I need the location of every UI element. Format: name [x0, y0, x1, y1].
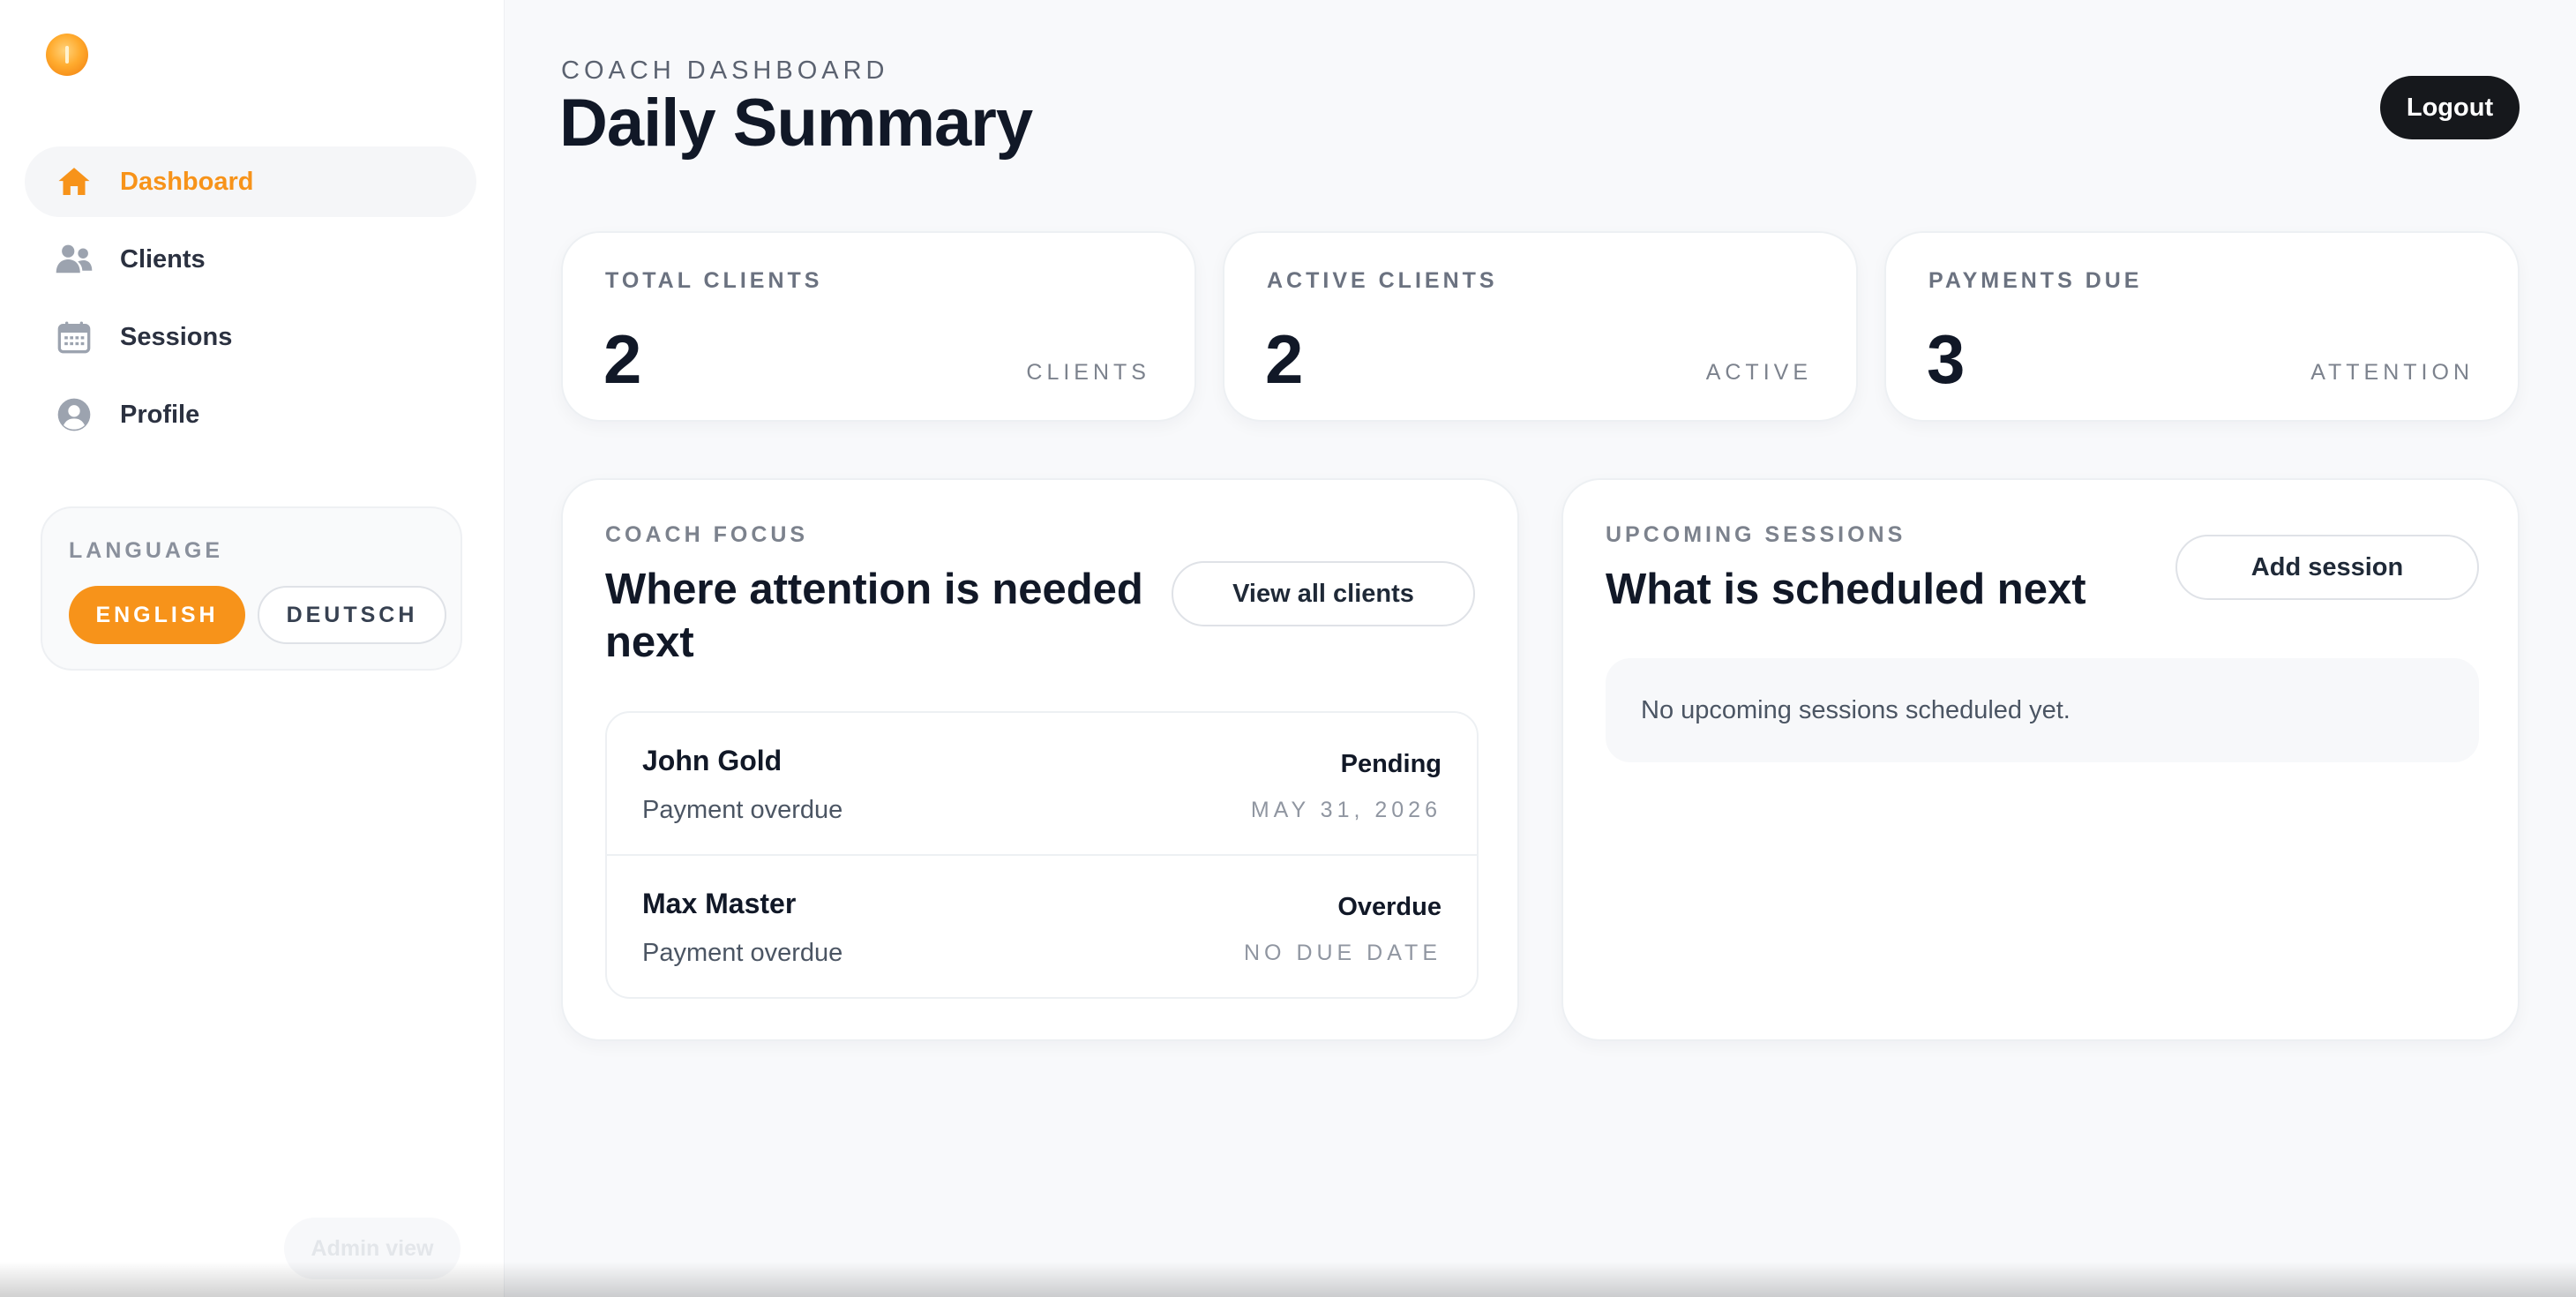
stat-label: PAYMENTS DUE: [1928, 268, 2143, 293]
stat-unit: ACTIVE: [1705, 360, 1812, 385]
client-detail: Payment overdue: [642, 796, 843, 824]
add-session-button[interactable]: Add session: [2175, 535, 2479, 600]
page-eyebrow: COACH DASHBOARD: [561, 56, 889, 85]
language-title: LANGUAGE: [69, 538, 224, 563]
stat-card-active-clients: ACTIVE CLIENTS 2 ACTIVE: [1223, 231, 1858, 422]
sidebar-item-label: Sessions: [120, 322, 233, 351]
sidebar: Dashboard Clients Sessions Profile LANGU…: [0, 0, 505, 1297]
home-icon: [55, 162, 94, 201]
sidebar-item-clients[interactable]: Clients: [25, 224, 476, 295]
client-detail: Payment overdue: [642, 939, 843, 967]
card-title: What is scheduled next: [1606, 566, 2086, 613]
card-eyebrow: UPCOMING SESSIONS: [1606, 522, 1906, 547]
stat-label: ACTIVE CLIENTS: [1267, 268, 1498, 293]
sidebar-item-sessions[interactable]: Sessions: [25, 302, 476, 372]
language-card: LANGUAGE ENGLISH DEUTSCH: [41, 506, 462, 671]
page-title: Daily Summary: [559, 86, 1033, 161]
user-circle-icon: [55, 395, 94, 434]
focus-list: John Gold Payment overdue Pending MAY 31…: [605, 711, 1479, 999]
sidebar-item-label: Clients: [120, 244, 206, 274]
status-badge: Overdue: [1337, 893, 1442, 921]
list-item[interactable]: John Gold Payment overdue Pending MAY 31…: [607, 713, 1477, 856]
stat-unit: ATTENTION: [2310, 360, 2474, 385]
client-name: Max Master: [642, 888, 797, 919]
logout-button[interactable]: Logout: [2380, 76, 2520, 139]
stat-unit: CLIENTS: [1026, 360, 1150, 385]
language-deutsch-button[interactable]: DEUTSCH: [258, 586, 446, 644]
empty-sessions-message: No upcoming sessions scheduled yet.: [1606, 658, 2479, 762]
stat-card-total-clients: TOTAL CLIENTS 2 CLIENTS: [561, 231, 1196, 422]
main-content: COACH DASHBOARD Daily Summary Logout TOT…: [505, 0, 2576, 1297]
due-date: NO DUE DATE: [1244, 941, 1442, 965]
sun-logo-icon[interactable]: [46, 34, 88, 76]
stat-value: 2: [603, 320, 642, 398]
sidebar-item-label: Profile: [120, 400, 200, 429]
sidebar-item-dashboard[interactable]: Dashboard: [25, 146, 476, 217]
client-name: John Gold: [642, 745, 783, 776]
language-english-button[interactable]: ENGLISH: [69, 586, 245, 644]
stat-card-payments-due: PAYMENTS DUE 3 ATTENTION: [1884, 231, 2520, 422]
sidebar-item-label: Dashboard: [120, 167, 254, 196]
stat-label: TOTAL CLIENTS: [605, 268, 823, 293]
stat-value: 2: [1265, 320, 1304, 398]
sidebar-item-profile[interactable]: Profile: [25, 379, 476, 450]
due-date: MAY 31, 2026: [1250, 798, 1442, 822]
upcoming-sessions-card: UPCOMING SESSIONS What is scheduled next…: [1561, 478, 2520, 1041]
users-icon: [55, 240, 94, 279]
card-title: Where attention is needed next: [605, 566, 1143, 666]
coach-focus-card: COACH FOCUS Where attention is needed ne…: [561, 478, 1519, 1041]
stat-value: 3: [1927, 320, 1966, 398]
bottom-shadow: [0, 1262, 2576, 1297]
status-badge: Pending: [1340, 750, 1442, 778]
list-item[interactable]: Max Master Payment overdue Overdue NO DU…: [607, 856, 1477, 997]
view-all-clients-button[interactable]: View all clients: [1172, 561, 1475, 626]
card-eyebrow: COACH FOCUS: [605, 522, 809, 547]
calendar-icon: [55, 318, 94, 356]
sidebar-nav: Dashboard Clients Sessions Profile: [25, 146, 476, 457]
